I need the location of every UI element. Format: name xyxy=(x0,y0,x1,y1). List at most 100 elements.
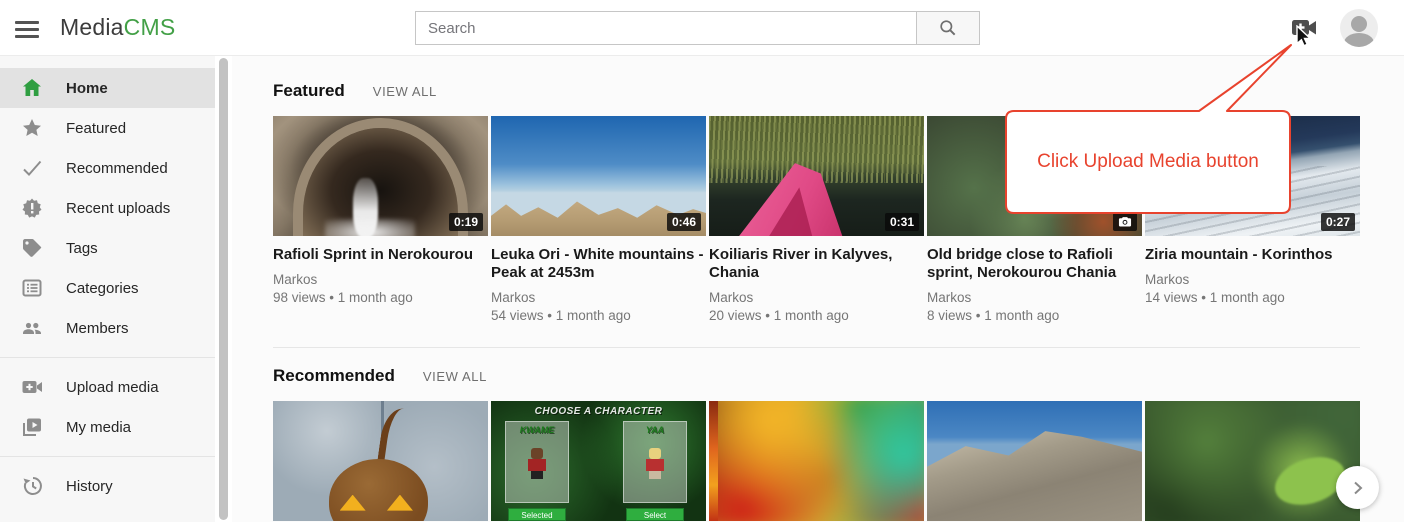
user-avatar[interactable] xyxy=(1340,9,1378,47)
section-title: Recommended xyxy=(273,366,395,386)
search-bar xyxy=(415,11,980,45)
media-author[interactable]: Markos xyxy=(491,289,706,307)
sidebar-item-my-media[interactable]: My media xyxy=(0,407,215,447)
media-card[interactable] xyxy=(273,401,488,521)
media-card[interactable]: 0:19 Rafioli Sprint in Nerokourou Markos… xyxy=(273,116,488,325)
callout-label: Click Upload Media button xyxy=(1006,111,1290,213)
sidebar-item-tags[interactable]: Tags xyxy=(0,228,215,268)
section-title: Featured xyxy=(273,81,345,101)
media-meta: 98 views • 1 month ago xyxy=(273,289,488,307)
media-title[interactable]: Koiliaris River in Kalyves, Chania xyxy=(709,246,924,282)
sidebar-item-history[interactable]: History xyxy=(0,466,215,506)
media-author[interactable]: Markos xyxy=(709,289,924,307)
media-author[interactable]: Markos xyxy=(273,271,488,289)
media-title[interactable]: Ziria mountain - Korinthos xyxy=(1145,246,1360,264)
search-icon xyxy=(938,18,958,38)
thumbnail-text: YAA xyxy=(624,425,686,435)
sidebar-scrollbar-thumb[interactable] xyxy=(219,58,228,520)
media-meta: 20 views • 1 month ago xyxy=(709,307,924,325)
media-thumbnail[interactable]: 0:19 xyxy=(273,116,488,236)
logo-text-cms: CMS xyxy=(124,14,176,40)
sidebar-item-featured[interactable]: Featured xyxy=(0,108,215,148)
media-thumbnail[interactable] xyxy=(927,401,1142,521)
duration-badge: 0:27 xyxy=(1321,213,1355,231)
sidebar: Home Featured Recommended Recent uploads xyxy=(0,56,215,522)
duration-badge: 0:31 xyxy=(885,213,919,231)
media-card[interactable]: 0:46 Leuka Ori - White mountains - Peak … xyxy=(491,116,706,325)
duration-badge: 0:19 xyxy=(449,213,483,231)
media-card[interactable] xyxy=(927,401,1142,521)
carousel-next-button[interactable] xyxy=(1336,466,1379,509)
duration-badge: 0:46 xyxy=(667,213,701,231)
thumbnail-text: Selected xyxy=(508,508,566,521)
sidebar-item-members[interactable]: Members xyxy=(0,308,215,348)
hamburger-menu-icon[interactable] xyxy=(15,17,39,39)
media-card[interactable] xyxy=(1145,401,1360,521)
recommended-media-row: CHOOSE A CHARACTER KWAME YAA xyxy=(273,401,1360,521)
sidebar-label: Tags xyxy=(66,240,98,257)
media-thumbnail[interactable] xyxy=(273,401,488,521)
media-title[interactable]: Rafioli Sprint in Nerokourou xyxy=(273,246,488,264)
sidebar-item-categories[interactable]: Categories xyxy=(0,268,215,308)
thumbnail-text: Select xyxy=(626,508,684,521)
featured-section-header: Featured VIEW ALL xyxy=(273,56,1360,101)
featured-view-all-link[interactable]: VIEW ALL xyxy=(373,84,437,99)
categories-icon xyxy=(20,276,44,300)
sidebar-label: Featured xyxy=(66,120,126,137)
media-meta: 54 views • 1 month ago xyxy=(491,307,706,325)
media-card[interactable]: 0:31 Koiliaris River in Kalyves, Chania … xyxy=(709,116,924,325)
sidebar-divider xyxy=(0,456,215,457)
sidebar-label: Recent uploads xyxy=(66,200,170,217)
mouse-cursor xyxy=(1296,25,1314,49)
logo-text-media: Media xyxy=(60,14,124,40)
chevron-right-icon xyxy=(1350,480,1366,496)
media-author[interactable]: Markos xyxy=(1145,271,1360,289)
search-button[interactable] xyxy=(916,11,980,45)
media-meta: 8 views • 1 month ago xyxy=(927,307,1142,325)
sidebar-label: History xyxy=(66,478,113,495)
members-icon xyxy=(20,316,44,340)
media-title[interactable]: Old bridge close to Rafioli sprint, Nero… xyxy=(927,246,1142,282)
star-icon xyxy=(20,116,44,140)
sidebar-item-recent-uploads[interactable]: Recent uploads xyxy=(0,188,215,228)
sidebar-scrollbar xyxy=(215,56,232,522)
sidebar-label: Home xyxy=(66,80,108,97)
logo[interactable]: MediaCMS xyxy=(60,14,175,41)
photo-badge xyxy=(1113,213,1137,231)
new-releases-icon xyxy=(20,196,44,220)
top-bar: MediaCMS xyxy=(0,0,1404,56)
media-thumbnail[interactable]: CHOOSE A CHARACTER KWAME YAA xyxy=(491,401,706,521)
media-author[interactable]: Markos xyxy=(927,289,1142,307)
thumbnail-text: KWAME xyxy=(506,425,568,435)
avatar-silhouette xyxy=(1351,16,1367,32)
history-icon xyxy=(20,474,44,498)
media-card[interactable] xyxy=(709,401,924,521)
search-input[interactable] xyxy=(415,11,916,45)
sidebar-item-upload-media[interactable]: Upload media xyxy=(0,367,215,407)
media-card[interactable]: CHOOSE A CHARACTER KWAME YAA xyxy=(491,401,706,521)
sidebar-label: Members xyxy=(66,320,129,337)
recommended-section-header: Recommended VIEW ALL xyxy=(273,348,1360,386)
my-media-icon xyxy=(20,415,44,439)
sidebar-label: My media xyxy=(66,419,131,436)
thumbnail-text: CHOOSE A CHARACTER xyxy=(491,406,706,417)
sidebar-label: Upload media xyxy=(66,379,159,396)
media-meta: 14 views • 1 month ago xyxy=(1145,289,1360,307)
sidebar-label: Recommended xyxy=(66,160,168,177)
sidebar-divider xyxy=(0,357,215,358)
media-title[interactable]: Leuka Ori - White mountains - Peak at 24… xyxy=(491,246,706,282)
sidebar-label: Categories xyxy=(66,280,139,297)
sidebar-item-home[interactable]: Home xyxy=(0,68,215,108)
recommended-view-all-link[interactable]: VIEW ALL xyxy=(423,369,487,384)
home-icon xyxy=(20,76,44,100)
media-thumbnail[interactable]: 0:46 xyxy=(491,116,706,236)
media-thumbnail[interactable] xyxy=(709,401,924,521)
media-thumbnail[interactable] xyxy=(1145,401,1360,521)
mediacms-page: MediaCMS xyxy=(0,0,1404,522)
upload-media-icon xyxy=(20,375,44,399)
media-thumbnail[interactable]: 0:31 xyxy=(709,116,924,236)
tag-icon xyxy=(20,236,44,260)
double-check-icon xyxy=(20,156,44,180)
sidebar-item-recommended[interactable]: Recommended xyxy=(0,148,215,188)
camera-icon xyxy=(1118,216,1132,227)
